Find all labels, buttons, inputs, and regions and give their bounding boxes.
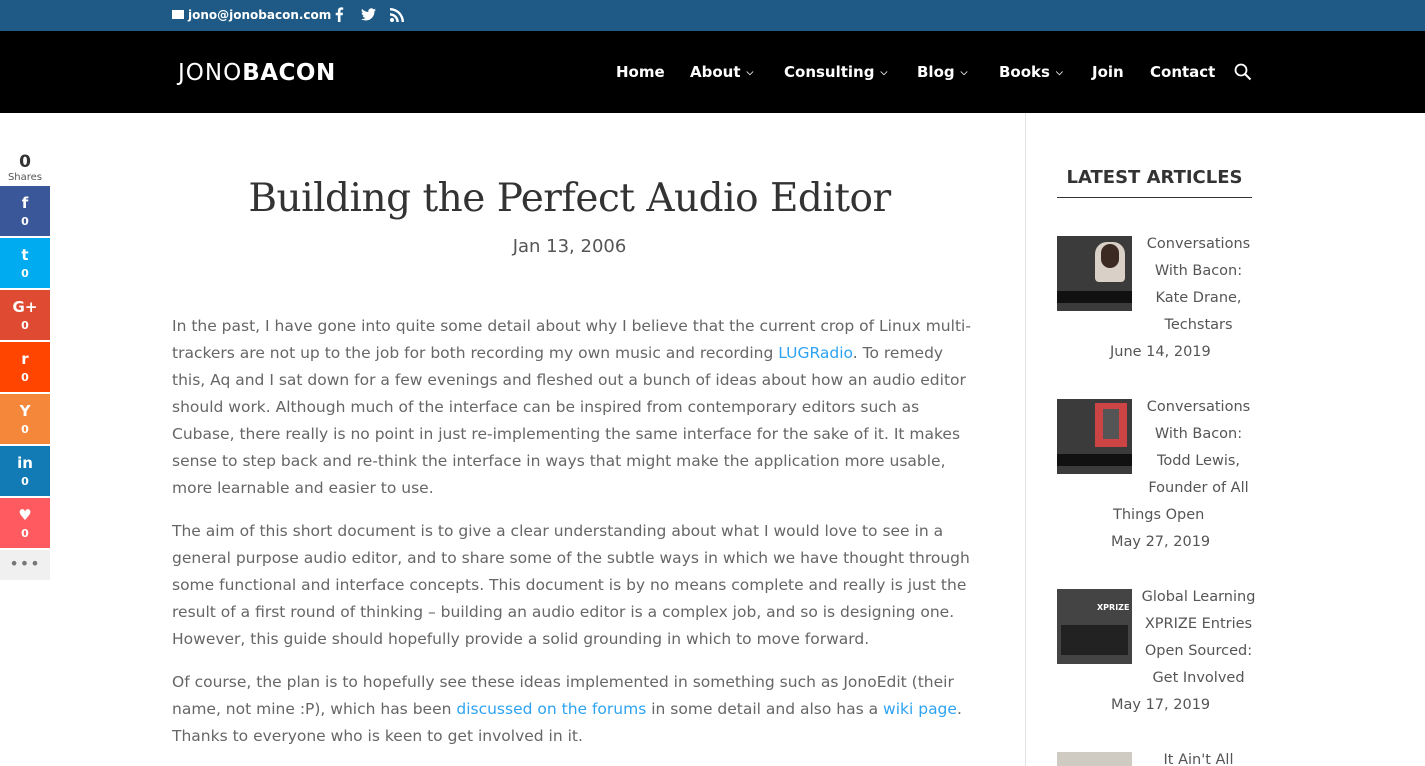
logo-text-first: JONO (178, 60, 243, 86)
post-paragraph: The aim of this short document is to giv… (172, 522, 970, 648)
logo-text-second: BACON (242, 60, 336, 86)
share-reddit-button[interactable]: r0 (0, 342, 50, 392)
share-linkedin-button[interactable]: in 0 (0, 446, 50, 496)
forums-link[interactable]: discussed on the forums (456, 700, 646, 718)
nav-books[interactable]: Books ⌵ (999, 63, 1063, 81)
email-link[interactable]: jono@jonobacon.com (172, 8, 331, 22)
wiki-page-link[interactable]: wiki page (883, 700, 957, 718)
lugradio-link[interactable]: LUGRadio (778, 344, 853, 362)
linkedin-icon: in (17, 454, 33, 472)
article-title[interactable]: Global Learning XPRIZE Entries Open Source… (1141, 584, 1256, 692)
share-love-button[interactable]: ♥ 0 (0, 498, 50, 548)
share-google-plus-button[interactable]: G+ 0 (0, 290, 50, 340)
hacker-news-icon: Y (19, 402, 31, 420)
sidebar-divider (1025, 113, 1026, 766)
love-icon: ♥ (18, 506, 32, 524)
site-logo[interactable]: JONOBACON (178, 60, 336, 86)
article-title-tail[interactable]: Things Open (1113, 502, 1204, 529)
email-text: jono@jonobacon.com (188, 8, 332, 22)
share-facebook-button[interactable]: f0 (0, 186, 50, 236)
article-thumbnail[interactable] (1057, 752, 1132, 766)
article-thumbnail[interactable] (1057, 399, 1132, 474)
nav-consulting[interactable]: Consulting ⌵ (784, 63, 887, 81)
post-date: Jan 13, 2006 (512, 236, 627, 257)
nav-about[interactable]: About ⌵ (690, 63, 753, 81)
nav-blog[interactable]: Blog ⌵ (917, 63, 967, 81)
share-count: 0 (21, 371, 29, 384)
article-date: June 14, 2019 (1110, 344, 1211, 360)
chevron-down-icon: ⌵ (746, 68, 754, 78)
main-header: JONOBACON Home About ⌵ Consulting ⌵ Blog ⌵ … (0, 31, 1425, 113)
chevron-down-icon: ⌵ (880, 68, 888, 78)
article-thumbnail[interactable] (1057, 236, 1132, 311)
sidebar-title: LATEST ARTICLES (1057, 167, 1252, 198)
share-count: 0 (21, 319, 29, 332)
article-date: May 17, 2019 (1111, 697, 1211, 713)
twitter-icon[interactable] (361, 8, 376, 21)
post-title: Building the Perfect Audio Editor (248, 176, 891, 221)
share-total: 0 Shares (0, 152, 50, 184)
top-bar: jono@jonobacon.com (0, 0, 1425, 31)
nav-contact[interactable]: Contact (1150, 63, 1215, 81)
share-hacker-news-button[interactable]: Y0 (0, 394, 50, 444)
share-count: 0 (21, 527, 29, 540)
facebook-icon: f (21, 194, 29, 212)
post-paragraph: In the past, I have gone into quite some… (172, 317, 971, 497)
share-count: 0 (21, 215, 29, 228)
nav-join[interactable]: Join (1092, 63, 1124, 81)
share-count: 0 (21, 267, 29, 280)
share-twitter-button[interactable]: t0 (0, 238, 50, 288)
nav-home[interactable]: Home (616, 63, 665, 81)
share-count: 0 (21, 475, 29, 488)
reddit-icon: r (21, 350, 29, 368)
envelope-icon (172, 10, 184, 19)
article-title[interactable]: Conversations With Bacon: Todd Lewis, Found… (1141, 394, 1256, 502)
article-date: May 27, 2019 (1111, 534, 1211, 550)
google-plus-icon: G+ (12, 298, 38, 316)
article-title[interactable]: Conversations With Bacon: Kate Drane, Techs… (1141, 231, 1256, 339)
chevron-down-icon: ⌵ (1055, 68, 1063, 78)
article-thumbnail[interactable]: XPRIZE (1057, 589, 1132, 664)
rss-icon[interactable] (390, 8, 404, 22)
share-count: 0 (21, 423, 29, 436)
share-label: Shares (7, 172, 43, 183)
search-icon[interactable] (1234, 63, 1252, 81)
more-share-button[interactable]: ••• (0, 550, 50, 580)
post-paragraph: Of course, the plan is to hopefully see … (172, 673, 962, 745)
share-count: 0 (19, 152, 31, 172)
facebook-icon[interactable] (334, 7, 344, 22)
chevron-down-icon: ⌵ (960, 68, 968, 78)
twitter-icon: t (21, 246, 29, 264)
article-title[interactable]: It Ain't All (1141, 747, 1256, 766)
